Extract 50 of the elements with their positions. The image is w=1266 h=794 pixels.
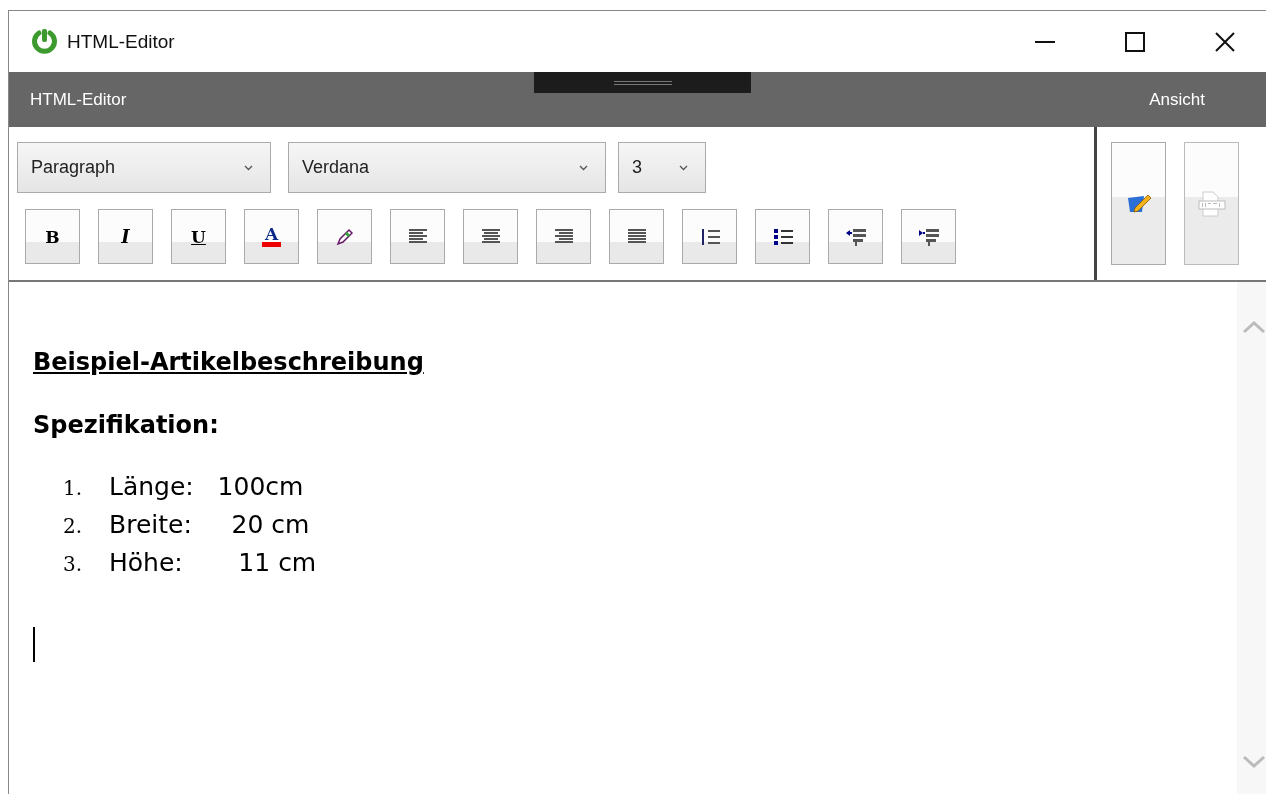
outdent-button[interactable] <box>828 209 883 264</box>
justify-button[interactable] <box>609 209 664 264</box>
font-size-dropdown[interactable]: 3 <box>618 142 706 193</box>
list-number: 1. <box>63 476 84 500</box>
underline-button[interactable]: U <box>171 209 226 264</box>
italic-button[interactable]: I <box>98 209 153 264</box>
minimize-icon <box>1035 40 1055 43</box>
window-title: HTML-Editor <box>67 30 175 53</box>
close-icon <box>1215 31 1235 52</box>
font-color-button[interactable]: A <box>244 209 299 264</box>
chevron-down-icon <box>579 164 588 171</box>
numbered-list-icon <box>699 226 720 247</box>
list-item-text: Breite: 20 cm <box>109 510 310 539</box>
list-number: 3. <box>63 552 84 576</box>
list-item-text: Höhe: 11 cm <box>109 548 317 577</box>
scrollbar[interactable] <box>1237 282 1266 794</box>
document-heading: Beispiel-Artikelbeschreibung <box>33 348 424 376</box>
bold-button[interactable]: B <box>25 209 80 264</box>
highlight-button[interactable] <box>317 209 372 264</box>
pencil-icon <box>334 226 355 247</box>
align-right-button[interactable] <box>536 209 591 264</box>
editor-area[interactable]: Beispiel-Artikelbeschreibung Spezifikation: 1. Länge: 100cm 2. Breite: 20 cm 3. Höhe: 11 cm <box>9 282 1237 794</box>
power-icon <box>30 27 59 56</box>
list-number: 2. <box>63 514 84 538</box>
bullet-list-button[interactable] <box>755 209 810 264</box>
font-dropdown[interactable]: Verdana <box>288 142 606 193</box>
html-file-icon <box>1196 189 1227 218</box>
list-item-text: Länge: 100cm <box>109 472 304 501</box>
scroll-down-icon <box>1241 755 1266 769</box>
maximize-icon <box>1125 31 1145 52</box>
align-left-button[interactable] <box>390 209 445 264</box>
align-center-button[interactable] <box>463 209 518 264</box>
align-center-icon <box>481 228 500 245</box>
align-right-icon <box>554 228 573 245</box>
indent-button[interactable] <box>901 209 956 264</box>
document-subheading: Spezifikation: <box>33 411 219 439</box>
chevron-down-icon <box>244 164 253 171</box>
ribbon-tab[interactable]: HTML-Editor <box>30 89 127 110</box>
justify-icon <box>627 228 646 245</box>
ribbon-tab[interactable]: Ansicht <box>1149 89 1205 110</box>
align-left-icon <box>408 228 427 245</box>
bullet-list-icon <box>772 226 793 247</box>
numbered-list-button[interactable] <box>682 209 737 264</box>
format-dropdown[interactable]: Paragraph <box>17 142 271 193</box>
scroll-up-icon <box>1241 320 1266 334</box>
design-view-button[interactable] <box>1111 142 1166 265</box>
chevron-down-icon <box>679 164 688 171</box>
outdent-icon <box>845 226 866 247</box>
indent-icon <box>918 226 939 247</box>
drag-handle[interactable] <box>534 72 751 93</box>
